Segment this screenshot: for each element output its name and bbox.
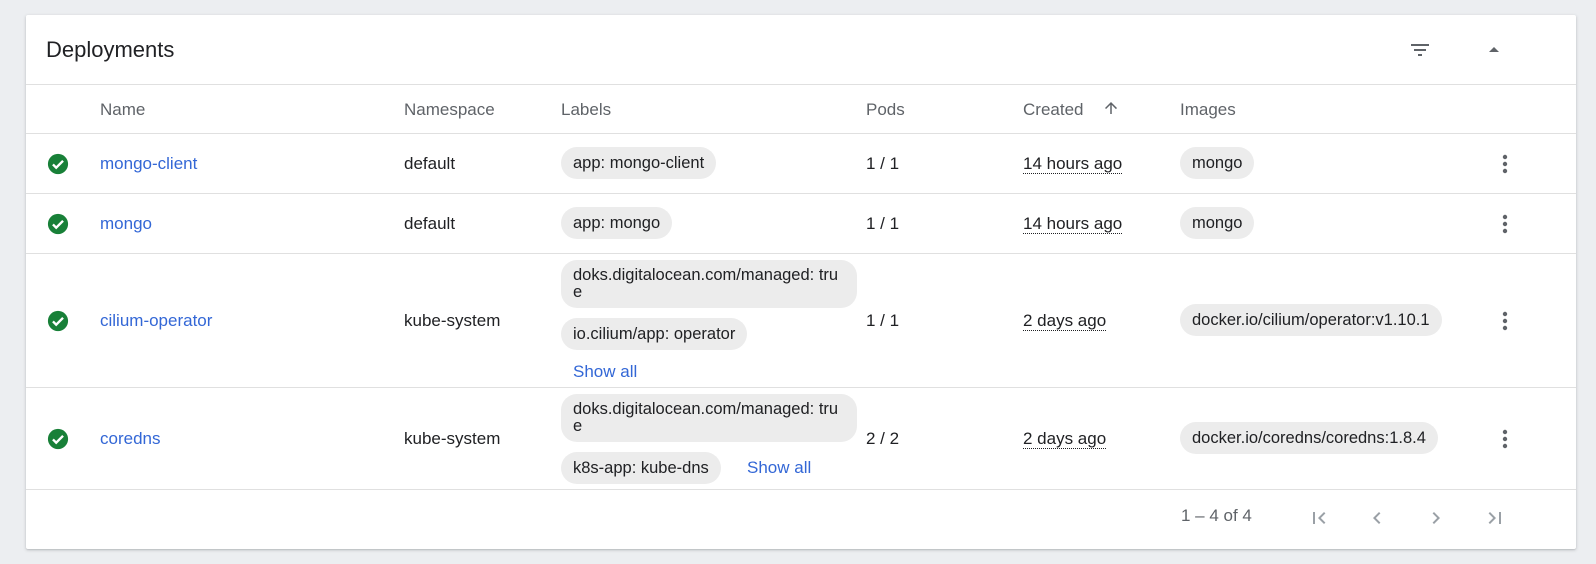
image-chip: mongo [1180,147,1255,179]
pods-value: 1 / 1 [866,311,900,330]
column-header-namespace[interactable]: Namespace [404,100,495,120]
table-row: mongo default app: mongo 1 / 1 14 hours … [26,194,1576,254]
paginator: 1 – 4 of 4 [26,490,1576,549]
column-header-name[interactable]: Name [100,100,145,120]
last-page-button[interactable] [1480,503,1510,533]
previous-page-button[interactable] [1362,503,1392,533]
next-page-button[interactable] [1421,503,1451,533]
namespace-value: default [404,214,456,233]
created-age: 14 hours ago [1023,214,1123,234]
label-chip: app: mongo-client [561,147,717,179]
show-all-labels-link[interactable]: Show all [747,458,811,478]
created-age: 2 days ago [1023,429,1107,449]
more-vert-icon [1502,311,1508,331]
table-row: cilium-operator kube-system doks.digital… [26,254,1576,388]
collapse-button[interactable] [1480,36,1508,64]
card-title: Deployments [46,37,175,62]
more-vert-icon [1502,154,1508,174]
label-chip: app: mongo [561,207,673,239]
image-chip: mongo [1180,207,1255,239]
table-header: Name Namespace Labels Pods Created Image… [26,85,1576,134]
more-vert-icon [1502,429,1508,449]
label-chip: doks.digitalocean.com/managed: true [561,260,857,308]
chevron-right-icon [1432,512,1440,524]
paginator-range-label: 1 – 4 of 4 [1181,506,1252,525]
check-circle-icon [47,213,69,235]
filter-icon [1411,44,1429,56]
created-age: 14 hours ago [1023,154,1123,174]
label-chip: k8s-app: kube-dns [561,452,721,484]
check-circle-icon [47,310,69,332]
collapse-arrow-icon [1489,47,1499,52]
last-page-icon [1488,512,1501,524]
namespace-value: kube-system [404,429,501,448]
deployments-card: Deployments Name Namespace Labels Pods C… [26,15,1576,549]
label-chip: io.cilium/app: operator [561,318,748,350]
column-header-images: Images [1180,100,1236,119]
deployment-name-link[interactable]: mongo [100,214,152,234]
column-header-pods: Pods [866,100,905,119]
image-chip: docker.io/coredns/coredns:1.8.4 [1180,422,1438,454]
namespace-value: kube-system [404,311,501,330]
created-value: 14 hours ago [1023,154,1123,174]
created-value: 2 days ago [1023,429,1107,449]
row-actions-button[interactable] [1495,210,1515,238]
pods-value: 1 / 1 [866,214,900,233]
more-vert-icon [1502,214,1508,234]
chevron-left-icon [1373,512,1381,524]
show-all-labels-link[interactable]: Show all [573,362,637,382]
check-circle-icon [47,428,69,450]
card-header: Deployments [26,15,1576,85]
pods-value: 1 / 1 [866,154,900,173]
table-row: mongo-client default app: mongo-client 1… [26,134,1576,194]
created-value: 14 hours ago [1023,214,1123,234]
column-header-labels: Labels [561,100,612,119]
pods-value: 2 / 2 [866,429,900,448]
created-value: 2 days ago [1023,311,1107,331]
first-page-button[interactable] [1304,503,1334,533]
deployment-name-link[interactable]: coredns [100,429,160,449]
created-age: 2 days ago [1023,311,1107,331]
column-header-created[interactable]: Created [1023,100,1083,120]
deployment-name-link[interactable]: mongo-client [100,154,197,174]
row-actions-button[interactable] [1495,307,1515,335]
deployment-name-link[interactable]: cilium-operator [100,311,212,331]
image-chip: docker.io/cilium/operator:v1.10.1 [1180,304,1442,336]
namespace-value: default [404,154,456,173]
first-page-icon [1313,512,1326,524]
arrow-upward-icon[interactable] [1102,99,1120,117]
table-row: coredns kube-system doks.digitalocean.co… [26,388,1576,490]
check-circle-icon [47,153,69,175]
row-actions-button[interactable] [1495,150,1515,178]
row-actions-button[interactable] [1495,425,1515,453]
label-chip: doks.digitalocean.com/managed: true [561,394,857,442]
filter-button[interactable] [1406,36,1434,64]
